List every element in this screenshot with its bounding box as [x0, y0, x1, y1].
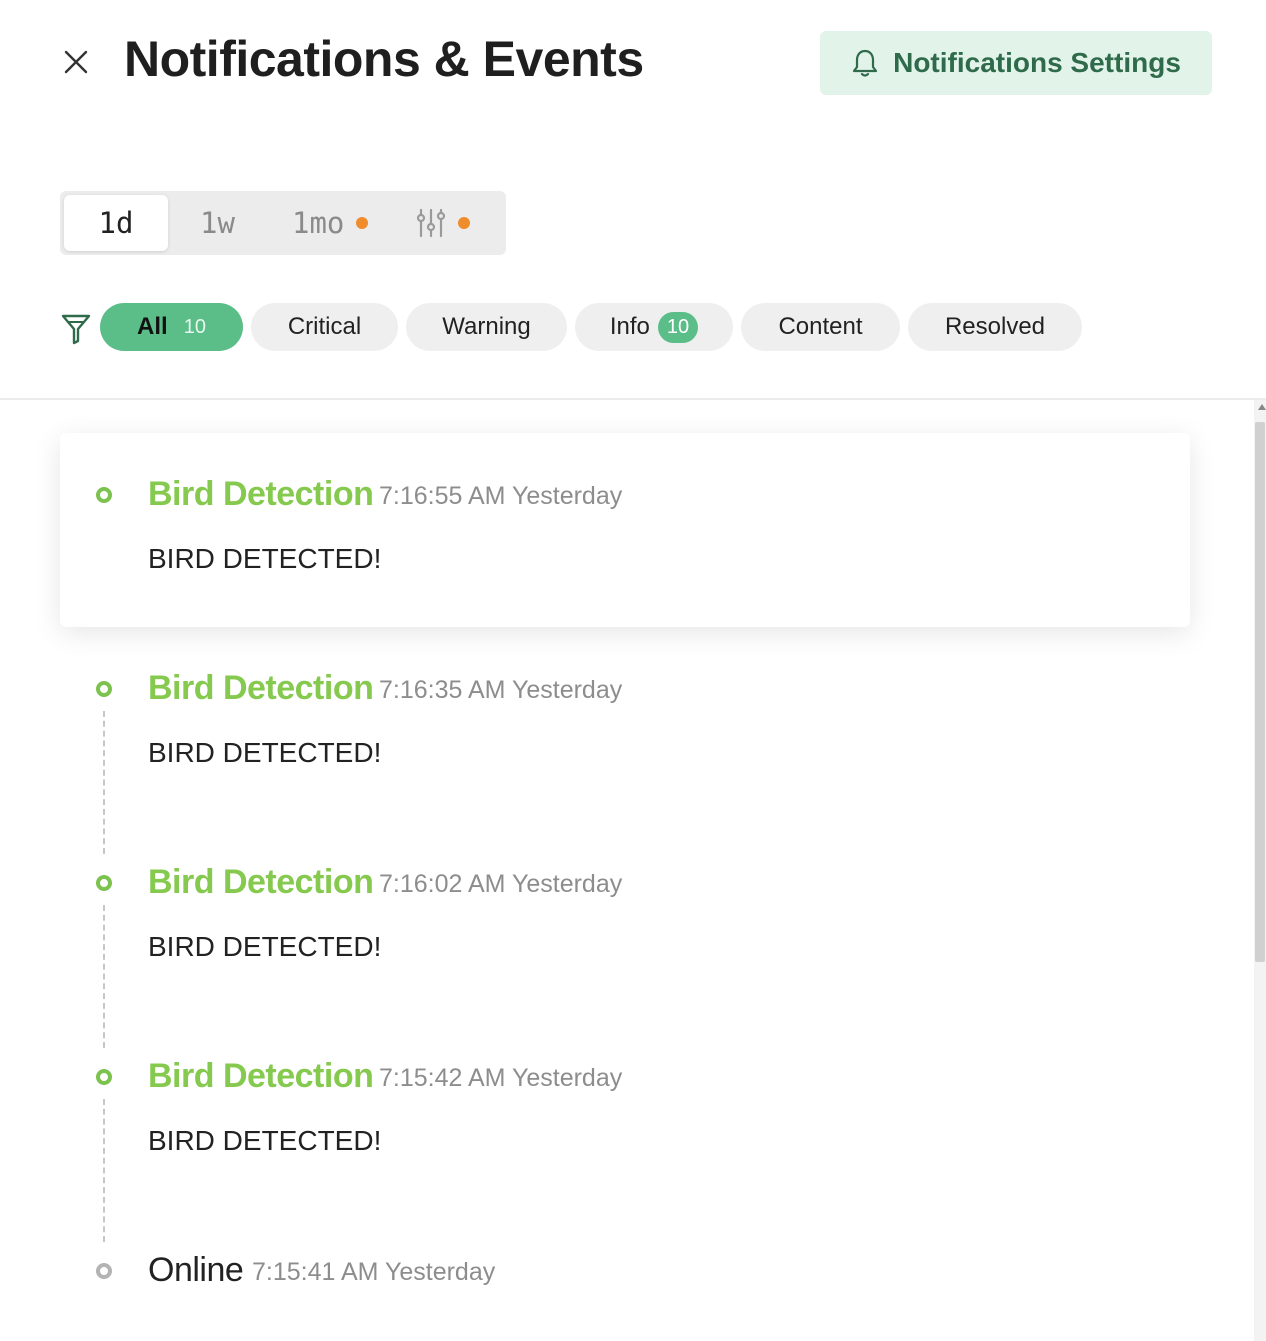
event-time: 7:16:55 AM Yesterday — [379, 482, 623, 510]
timeline-dot — [96, 681, 112, 697]
chip-label: Resolved — [944, 313, 1046, 340]
timeline-dot — [96, 1263, 112, 1279]
page-title: Notifications & Events — [124, 31, 644, 87]
filter-icon[interactable] — [60, 312, 92, 346]
event-message: BIRD DETECTED! — [148, 737, 382, 768]
range-tab-label: 1w — [200, 206, 235, 240]
close-icon — [64, 50, 88, 74]
event-title[interactable]: Bird Detection — [148, 863, 374, 902]
close-button[interactable] — [60, 46, 92, 78]
event-title[interactable]: Bird Detection — [148, 1057, 374, 1096]
chip-label: Content — [778, 313, 863, 340]
timeline-dot — [96, 487, 112, 503]
indicator-dot — [356, 217, 369, 229]
timeline-connector — [103, 711, 105, 854]
timeline-connector — [103, 1099, 105, 1242]
event-card-selected[interactable] — [60, 433, 1190, 627]
sliders-icon — [416, 208, 446, 238]
filter-chip-resolved[interactable]: Resolved — [908, 303, 1082, 351]
event-message: BIRD DETECTED! — [148, 1125, 382, 1156]
range-tab-label: 1d — [98, 206, 134, 240]
filter-chip-all[interactable]: All 10 — [100, 303, 243, 351]
scroll-up-arrow-icon[interactable] — [1258, 404, 1266, 410]
chip-label: Warning — [442, 313, 531, 340]
timeline-dot — [96, 875, 112, 891]
event-time: 7:15:41 AM Yesterday — [252, 1258, 496, 1286]
event-message: BIRD DETECTED! — [148, 931, 382, 962]
chip-count-badge: 10 — [657, 311, 699, 343]
chip-label: Critical — [287, 313, 362, 340]
event-message: BIRD DETECTED! — [148, 543, 382, 574]
indicator-dot — [458, 217, 470, 229]
range-tab-1mo[interactable]: 1mo — [292, 195, 369, 251]
settings-button-label: Notifications Settings — [893, 47, 1181, 78]
range-tab-label: 1mo — [292, 206, 345, 240]
header-divider — [0, 398, 1266, 400]
notifications-panel: Notifications & Events Notifications Set… — [0, 0, 1266, 1341]
bell-icon — [852, 49, 878, 77]
chip-label: All — [137, 313, 168, 340]
filter-chip-info[interactable]: Info 10 — [575, 303, 733, 351]
timeline-connector — [103, 905, 105, 1048]
filter-chip-critical[interactable]: Critical — [251, 303, 398, 351]
notifications-settings-button[interactable]: Notifications Settings — [820, 31, 1212, 95]
event-title: Bird Detection — [148, 475, 374, 513]
chip-label: Info — [609, 313, 650, 340]
filter-chip-warning[interactable]: Warning — [406, 303, 567, 351]
range-tab-custom[interactable] — [416, 195, 470, 251]
event-title[interactable]: Bird Detection — [148, 669, 374, 708]
timeline-dot — [96, 1069, 112, 1085]
scrollbar-thumb[interactable] — [1255, 422, 1265, 962]
range-tab-1d[interactable]: 1d — [64, 195, 168, 251]
filter-chip-content[interactable]: Content — [741, 303, 900, 351]
range-tab-1w[interactable]: 1w — [200, 195, 235, 251]
event-time: 7:16:02 AM Yesterday — [379, 870, 623, 898]
event-title[interactable]: Online — [148, 1251, 244, 1290]
chip-count: 10 — [183, 315, 206, 338]
event-time: 7:16:35 AM Yesterday — [379, 676, 623, 704]
time-range-control: 1d 1w 1mo — [60, 191, 506, 255]
event-time: 7:15:42 AM Yesterday — [379, 1064, 623, 1092]
